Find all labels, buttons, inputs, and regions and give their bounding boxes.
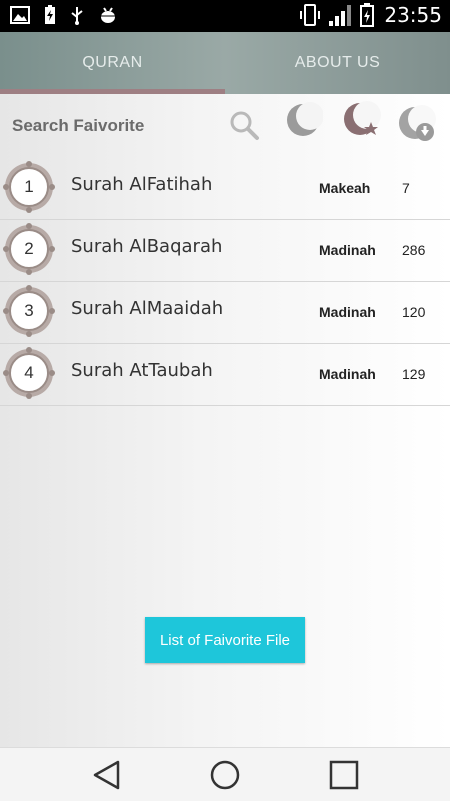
status-bar: 23:55 (0, 0, 450, 32)
verse-count: 286 (402, 242, 426, 258)
surah-list: 1 Surah AlFatihah Makeah 7 2 Surah AlBaq… (0, 158, 450, 406)
main-content: Search Faivorite 1 Surah AlFatihah Makea… (0, 94, 450, 747)
surah-number: 1 (24, 177, 34, 196)
crescent-moon-icon[interactable] (283, 100, 323, 140)
crescent-download-icon[interactable] (397, 104, 437, 144)
verse-count: 7 (402, 180, 410, 196)
verse-count: 129 (402, 366, 426, 382)
navigation-bar (0, 747, 450, 801)
toolbar: Search Faivorite (0, 94, 450, 158)
status-time: 23:55 (384, 3, 442, 27)
battery-icon (360, 3, 375, 27)
phone-vibrate-icon (300, 4, 321, 26)
back-icon[interactable] (90, 758, 124, 792)
revelation-place: Madinah (319, 366, 376, 382)
surah-number: 3 (24, 301, 34, 320)
revelation-place: Madinah (319, 242, 376, 258)
surah-name: Surah AlFatihah (71, 174, 213, 195)
tab-quran[interactable]: QURAN (0, 32, 225, 94)
usb-icon (71, 7, 83, 25)
crescent-star-icon[interactable] (342, 100, 382, 140)
list-item[interactable]: 4 Surah AtTaubah Madinah 129 (0, 344, 450, 406)
search-label[interactable]: Search Faivorite (12, 116, 144, 136)
surah-number: 2 (24, 239, 34, 258)
surah-number: 4 (24, 363, 34, 382)
surah-name: Surah AlMaaidah (71, 298, 224, 319)
home-icon[interactable] (208, 758, 242, 792)
android-debug-icon (101, 7, 115, 23)
tab-about-us[interactable]: ABOUT US (225, 32, 450, 94)
list-item[interactable]: 1 Surah AlFatihah Makeah 7 (0, 158, 450, 220)
verse-count: 120 (402, 304, 426, 320)
surah-name: Surah AlBaqarah (71, 236, 223, 257)
recents-icon[interactable] (327, 758, 361, 792)
image-icon (10, 6, 30, 24)
surah-name: Surah AtTaubah (71, 360, 213, 381)
revelation-place: Makeah (319, 180, 371, 196)
search-icon[interactable] (226, 106, 266, 146)
list-item[interactable]: 2 Surah AlBaqarah Madinah 286 (0, 220, 450, 282)
battery-charging-icon (45, 5, 55, 24)
revelation-place: Madinah (319, 304, 376, 320)
signal-icon (329, 5, 352, 26)
favorite-list-button[interactable]: List of Faivorite File (145, 617, 305, 663)
tab-bar: QURAN ABOUT US (0, 32, 450, 94)
list-item[interactable]: 3 Surah AlMaaidah Madinah 120 (0, 282, 450, 344)
